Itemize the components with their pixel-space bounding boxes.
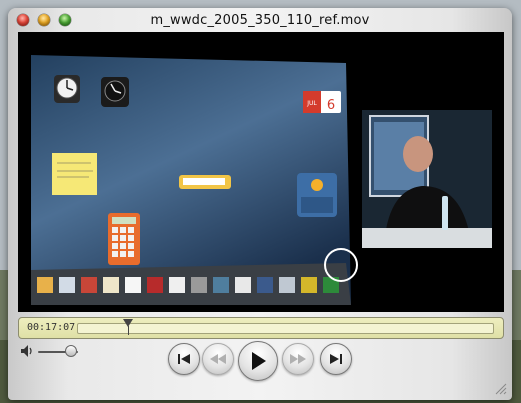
window-title: m_wwdc_2005_350_110_ref.mov — [150, 13, 370, 28]
resize-grip-icon[interactable] — [493, 381, 507, 395]
play-icon — [252, 352, 266, 370]
highlight-circle — [324, 248, 358, 282]
play-button[interactable] — [238, 341, 278, 381]
calendar-day: 6 — [327, 98, 335, 113]
skip-forward-button[interactable] — [320, 343, 352, 375]
timeline-bar: 00:17:07 — [18, 317, 504, 339]
speaker-video — [362, 110, 492, 248]
title-bar[interactable]: m_wwdc_2005_350_110_ref.mov — [8, 8, 512, 32]
fast-forward-icon — [290, 354, 306, 364]
volume-icon[interactable] — [20, 344, 36, 362]
current-time: 00:17:07 — [27, 322, 76, 333]
skip-back-button[interactable] — [168, 343, 200, 375]
calendar-month: JUL — [306, 100, 317, 107]
rewind-button[interactable] — [202, 343, 234, 375]
rewind-icon — [210, 354, 226, 364]
scrub-track[interactable] — [77, 319, 494, 335]
playhead-line — [128, 326, 129, 335]
skip-forward-icon — [330, 354, 342, 364]
quicktime-window: m_wwdc_2005_350_110_ref.mov JUL 6 00:17:… — [8, 8, 512, 400]
video-frame[interactable]: JUL 6 — [18, 32, 504, 312]
volume-slider-knob[interactable] — [65, 345, 77, 357]
skip-back-icon — [178, 354, 190, 364]
fast-forward-button[interactable] — [282, 343, 314, 375]
dashboard-screen: JUL 6 — [31, 55, 351, 305]
